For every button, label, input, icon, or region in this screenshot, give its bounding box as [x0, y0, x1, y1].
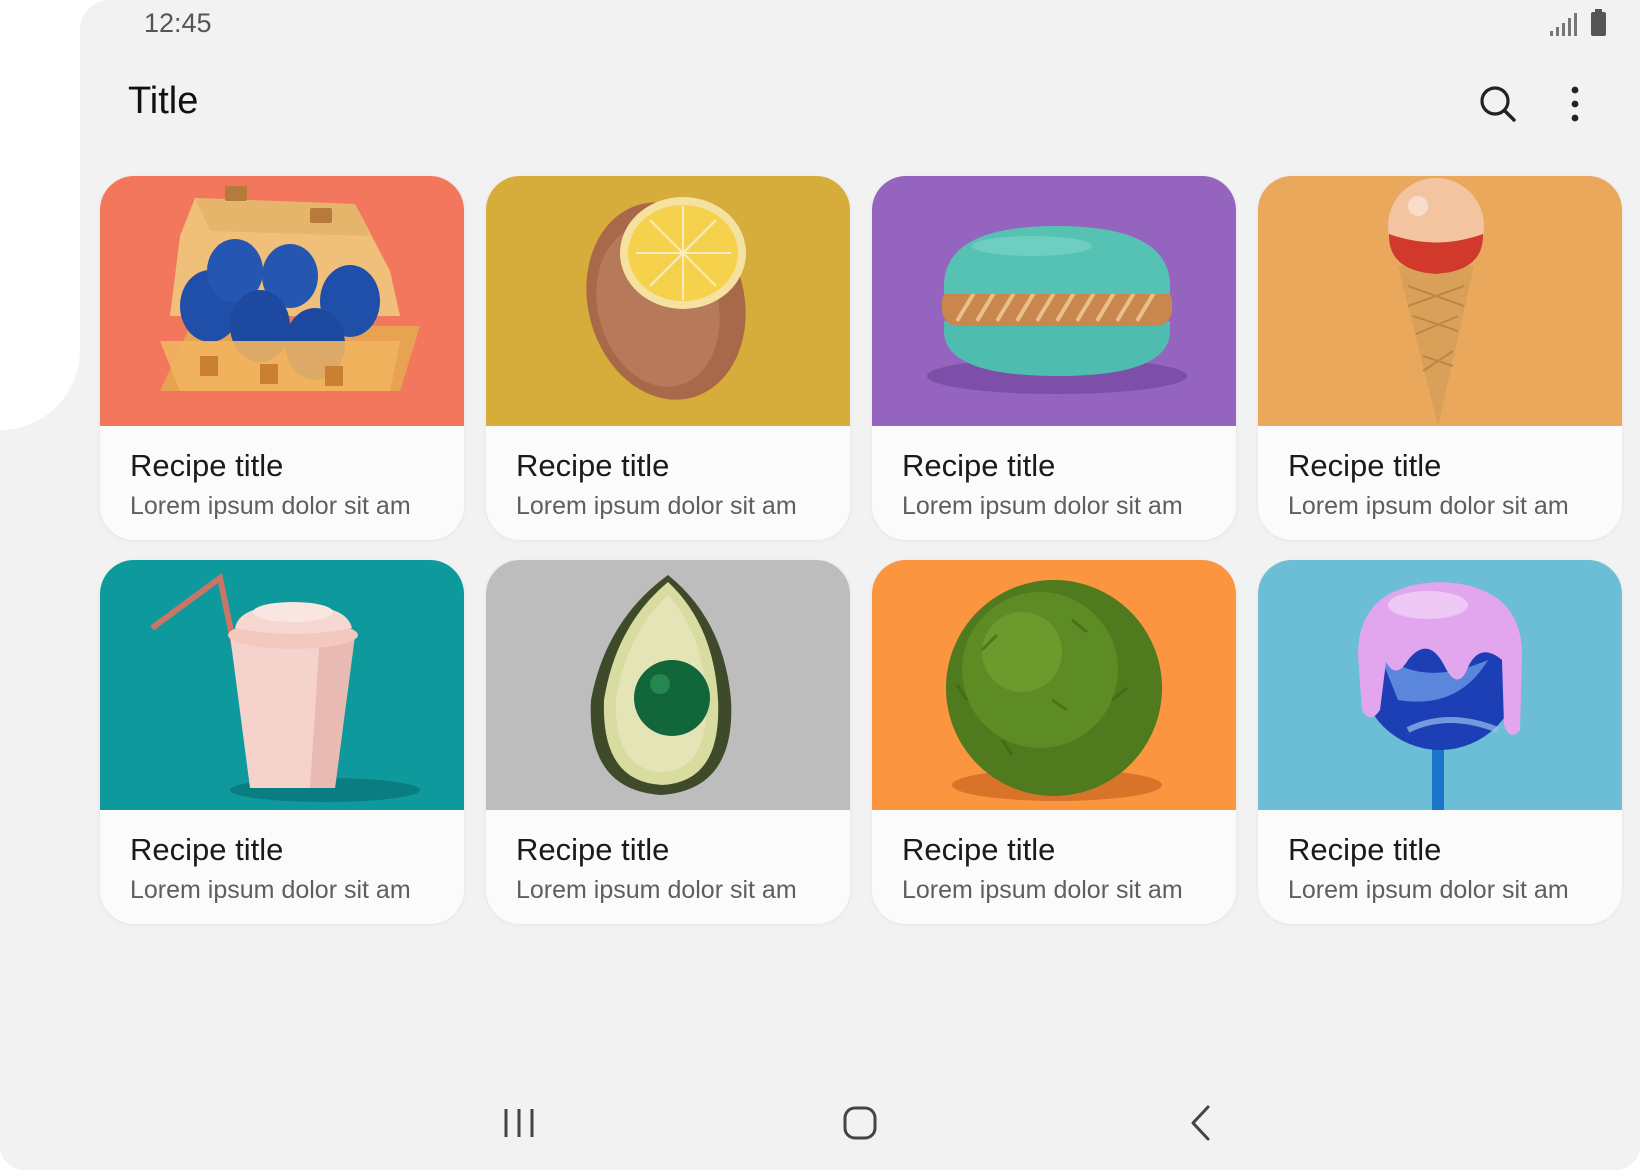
recipe-card[interactable]: Recipe title Lorem ipsum dolor sit am [1258, 560, 1622, 924]
search-icon [1480, 86, 1516, 122]
recipe-image-lemon [486, 176, 850, 426]
home-button[interactable] [825, 1090, 895, 1156]
recipe-image-lollipop [1258, 560, 1622, 810]
back-button[interactable] [1166, 1090, 1236, 1156]
battery-icon [1591, 9, 1606, 36]
device-corner [80, 0, 110, 30]
recipe-card[interactable]: Recipe title Lorem ipsum dolor sit am [100, 176, 464, 540]
recipe-subtitle: Lorem ipsum dolor sit am [1288, 876, 1569, 904]
recipe-card[interactable]: Recipe title Lorem ipsum dolor sit am [872, 560, 1236, 924]
recipe-card[interactable]: Recipe title Lorem ipsum dolor sit am [100, 560, 464, 924]
recipe-title: Recipe title [1288, 448, 1442, 483]
recipe-title: Recipe title [130, 832, 284, 867]
recipe-title: Recipe title [130, 448, 284, 483]
recipe-title: Recipe title [902, 448, 1056, 483]
device-notch [0, 0, 80, 470]
recipe-image-cup [100, 560, 464, 810]
recipe-image-ice-cream [1258, 176, 1622, 426]
recipe-card[interactable]: Recipe title Lorem ipsum dolor sit am [872, 176, 1236, 540]
recipe-subtitle: Lorem ipsum dolor sit am [902, 876, 1183, 904]
recipe-subtitle: Lorem ipsum dolor sit am [130, 876, 411, 904]
home-icon [843, 1106, 877, 1140]
recents-button[interactable] [484, 1090, 554, 1156]
recipe-title: Recipe title [516, 448, 670, 483]
recipe-title: Recipe title [1288, 832, 1442, 867]
recipe-subtitle: Lorem ipsum dolor sit am [516, 876, 797, 904]
navigation-bar [0, 1090, 1640, 1156]
recipe-grid: Recipe title Lorem ipsum dolor sit am Re… [100, 176, 1622, 924]
recipe-subtitle: Lorem ipsum dolor sit am [1288, 492, 1569, 520]
recipe-image-avocado [486, 560, 850, 810]
recipe-subtitle: Lorem ipsum dolor sit am [902, 492, 1183, 520]
signal-icon [1550, 10, 1577, 36]
recipe-title: Recipe title [516, 832, 670, 867]
recipe-image-moss [872, 560, 1236, 810]
recipe-subtitle: Lorem ipsum dolor sit am [516, 492, 797, 520]
recipe-subtitle: Lorem ipsum dolor sit am [130, 492, 411, 520]
status-icons [1550, 9, 1606, 36]
back-icon [1191, 1105, 1210, 1141]
page-title: Title [128, 80, 199, 122]
recents-icon [504, 1109, 534, 1137]
recipe-image-macaron [872, 176, 1236, 426]
recipe-card[interactable]: Recipe title Lorem ipsum dolor sit am [486, 176, 850, 540]
recipe-card[interactable]: Recipe title Lorem ipsum dolor sit am [1258, 176, 1622, 540]
search-button[interactable] [1474, 80, 1522, 128]
device-screen: 12:45 Title Recipe title Lorem ipsum dol… [0, 0, 1640, 1170]
more-vert-icon [1571, 86, 1579, 122]
recipe-title: Recipe title [902, 832, 1056, 867]
recipe-card[interactable]: Recipe title Lorem ipsum dolor sit am [486, 560, 850, 924]
recipe-image-eggs [100, 176, 464, 426]
status-time: 12:45 [144, 8, 212, 38]
more-options-button[interactable] [1551, 80, 1599, 128]
